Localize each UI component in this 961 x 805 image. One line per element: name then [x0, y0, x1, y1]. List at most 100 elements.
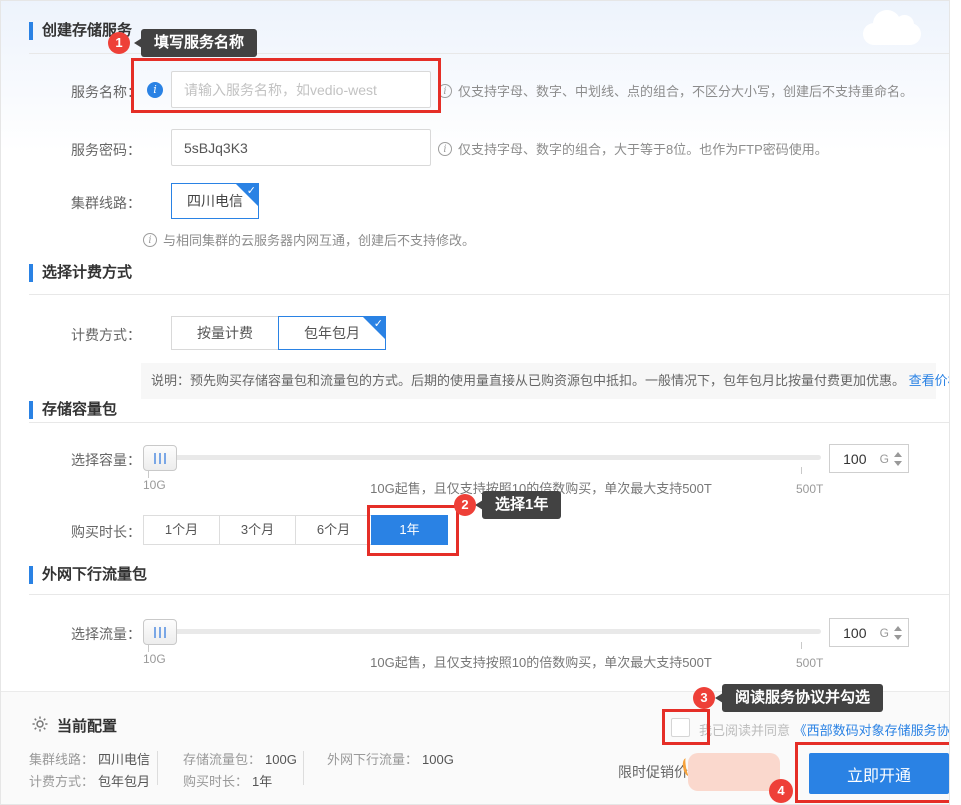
flow-number-input[interactable]: 100 G: [829, 618, 909, 647]
config-value: 100G: [422, 752, 454, 767]
slider-tick-min: [148, 645, 149, 652]
capacity-slider-track[interactable]: [161, 455, 821, 460]
config-traffic: 外网下行流量： 100G: [327, 749, 454, 768]
billing-option-label: 按量计费: [197, 325, 253, 341]
create-storage-service-page: 创建存储服务 服务名称： i i 仅支持字母、数字、中划线、点的组合，不区分大小…: [0, 0, 950, 805]
billing-option-subscription[interactable]: 包年包月 ✓: [278, 316, 386, 350]
slider-tick-min: [148, 471, 149, 478]
config-billing: 计费方式： 包年包月: [29, 771, 150, 790]
billing-option-label: 包年包月: [304, 325, 360, 341]
flow-slider-handle[interactable]: [143, 619, 177, 645]
step-down-icon[interactable]: [894, 461, 902, 466]
step-badge-3: 3: [693, 687, 715, 709]
current-config-title: 当前配置: [57, 715, 117, 736]
duration-option-6month[interactable]: 6个月: [295, 515, 372, 545]
duration-option-1year[interactable]: 1年: [371, 515, 448, 545]
config-duration: 购买时长： 1年: [183, 771, 272, 790]
config-label: 计费方式：: [29, 774, 94, 789]
config-label: 外网下行流量：: [327, 752, 418, 767]
step-badge-1: 1: [108, 32, 130, 54]
divider: [29, 294, 949, 295]
hint-text: 仅支持字母、数字、中划线、点的组合，不区分大小写，创建后不支持重命名。: [458, 81, 913, 100]
cloud-icon: [863, 23, 921, 45]
config-label: 购买时长：: [183, 774, 248, 789]
step-up-icon[interactable]: [894, 626, 902, 631]
section-title-traffic: 外网下行流量包: [29, 566, 147, 584]
info-icon[interactable]: i: [147, 82, 163, 98]
config-value: 包年包月: [98, 774, 150, 789]
step-down-icon[interactable]: [894, 635, 902, 640]
capacity-value[interactable]: 100: [830, 451, 880, 467]
service-name-input[interactable]: [171, 71, 431, 108]
top-gradient: [1, 1, 949, 151]
billing-options: 按量计费 包年包月 ✓: [171, 316, 386, 350]
gear-icon: [31, 715, 49, 738]
activate-now-button[interactable]: 立即开通: [809, 753, 949, 794]
cluster-option-sichuan-telecom[interactable]: 四川电信 ✓: [171, 183, 259, 219]
flow-stepper: [894, 626, 908, 640]
duration-option-3month[interactable]: 3个月: [219, 515, 296, 545]
capacity-unit: G: [880, 452, 894, 466]
config-value: 100G: [265, 752, 297, 767]
agreement-line: 我已阅读并同意 《西部数码对象存储服务协议》: [699, 720, 950, 739]
section-title-billing: 选择计费方式: [29, 264, 132, 282]
config-value: 四川电信: [98, 752, 150, 767]
config-label: 存储流量包：: [183, 752, 261, 767]
flow-max-label: 500T: [796, 656, 823, 670]
billing-note: 说明：预先购买存储容量包和流量包的方式。后期的使用量直接从已购资源包中抵扣。一般…: [141, 363, 936, 399]
capacity-slider-handle[interactable]: [143, 445, 177, 471]
config-value: 1年: [252, 774, 272, 789]
service-password-label: 服务密码：: [29, 140, 141, 160]
step-up-icon[interactable]: [894, 452, 902, 457]
note-text: 说明：预先购买存储容量包和流量包的方式。后期的使用量直接从已购资源包中抵扣。一般…: [151, 373, 905, 388]
view-price-link[interactable]: 查看价格>>: [909, 373, 950, 388]
agreement-prefix: 我已阅读并同意: [699, 723, 790, 738]
hint-text: 仅支持字母、数字的组合，大于等于8位。也作为FTP密码使用。: [458, 139, 828, 158]
duration-option-1month[interactable]: 1个月: [143, 515, 220, 545]
capacity-min-label: 10G: [143, 478, 166, 492]
hint-text: 与相同集群的云服务器内网互通，创建后不支持修改。: [163, 230, 475, 249]
divider: [29, 422, 949, 423]
config-divider: [303, 751, 304, 785]
service-password-hint: i 仅支持字母、数字的组合，大于等于8位。也作为FTP密码使用。: [438, 139, 828, 158]
info-circle-icon: i: [438, 142, 452, 156]
duration-option-label: 1个月: [165, 522, 198, 537]
billing-option-pay-as-you-go[interactable]: 按量计费: [171, 316, 279, 350]
flow-mid-hint: 10G起售，且仅支持按照10的倍数购买，单次最大支持500T: [331, 652, 751, 671]
duration-options: 1个月 3个月 6个月 1年: [143, 515, 448, 545]
divider: [29, 594, 949, 595]
flow-slider-track[interactable]: [161, 629, 821, 634]
check-icon: ✓: [374, 317, 383, 331]
flow-value[interactable]: 100: [830, 625, 880, 641]
check-icon: ✓: [247, 184, 256, 198]
tooltip-read-agreement: 阅读服务协议并勾选: [722, 684, 883, 712]
flow-min-label: 10G: [143, 652, 166, 666]
tooltip-fill-service-name: 填写服务名称: [141, 29, 257, 57]
duration-option-label: 6个月: [317, 522, 350, 537]
slider-tick-max: [801, 467, 802, 474]
capacity-label: 选择容量：: [29, 450, 141, 470]
config-divider: [157, 751, 158, 785]
step-badge-2: 2: [454, 494, 476, 516]
info-circle-icon: i: [143, 233, 157, 247]
section-title-storage: 存储容量包: [29, 401, 117, 419]
duration-label: 购买时长：: [29, 522, 141, 542]
capacity-number-input[interactable]: 100 G: [829, 444, 909, 473]
config-storage: 存储流量包： 100G: [183, 749, 297, 768]
redacted-price: [688, 753, 780, 791]
billing-method-label: 计费方式：: [29, 325, 141, 345]
info-circle-icon: i: [438, 84, 452, 98]
agreement-link[interactable]: 《西部数码对象存储服务协议》: [794, 723, 950, 738]
config-label: 集群线路：: [29, 752, 94, 767]
capacity-max-label: 500T: [796, 482, 823, 496]
tooltip-select-1year: 选择1年: [482, 491, 561, 519]
flow-unit: G: [880, 626, 894, 640]
cluster-line-label: 集群线路：: [29, 193, 141, 213]
flow-label: 选择流量：: [29, 624, 141, 644]
service-name-hint: i 仅支持字母、数字、中划线、点的组合，不区分大小写，创建后不支持重命名。: [438, 81, 913, 100]
agreement-checkbox[interactable]: [671, 718, 690, 737]
config-cluster: 集群线路： 四川电信: [29, 749, 150, 768]
service-password-input[interactable]: [171, 129, 431, 166]
duration-option-label: 1年: [399, 522, 419, 537]
cluster-hint: i 与相同集群的云服务器内网互通，创建后不支持修改。: [143, 230, 475, 249]
